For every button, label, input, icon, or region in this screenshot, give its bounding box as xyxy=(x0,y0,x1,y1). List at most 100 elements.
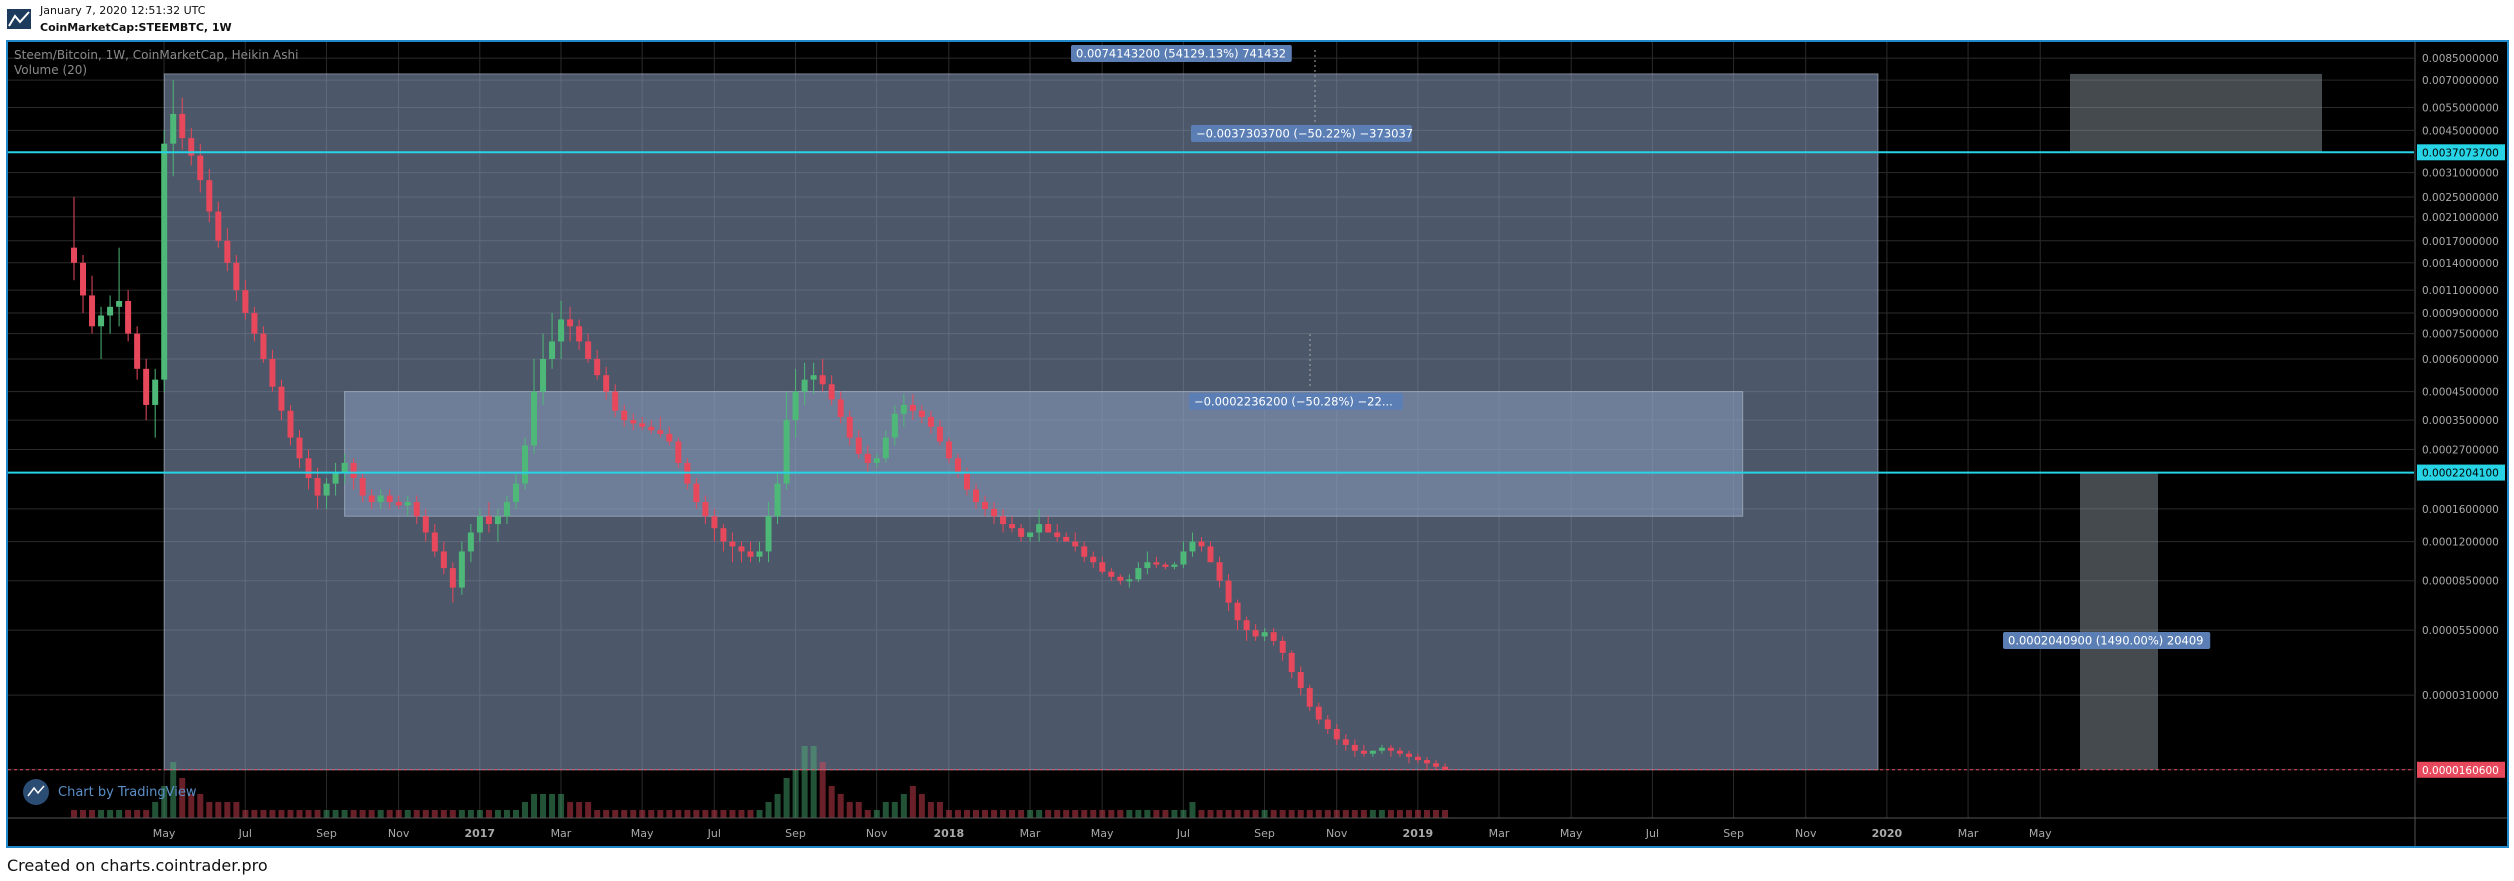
volume-bar xyxy=(80,810,87,818)
time-axis-tick-label: Sep xyxy=(1723,827,1744,840)
volume-bar xyxy=(639,810,646,818)
candle-body xyxy=(558,319,565,342)
volume-bar xyxy=(783,778,790,818)
measure-label: −0.0002236200 (−50.28%) −22... xyxy=(1194,395,1393,409)
volume-bar xyxy=(1189,802,1196,818)
candle-body xyxy=(1081,546,1088,557)
volume-bar xyxy=(314,810,321,818)
candle-body xyxy=(1099,562,1106,572)
tradingview-logo-icon xyxy=(7,9,31,29)
candle-body xyxy=(1000,516,1007,525)
volume-bar xyxy=(936,802,943,818)
price-axis-tick-label: 0.0017000000 xyxy=(2422,236,2499,248)
time-axis-tick-label: Sep xyxy=(785,827,806,840)
candle-body xyxy=(1018,528,1025,537)
price-axis-tick-label: 0.0006000000 xyxy=(2422,354,2499,366)
volume-bar xyxy=(368,810,375,818)
volume-bar xyxy=(296,810,303,818)
volume-bar xyxy=(1288,810,1295,818)
volume-bar xyxy=(1225,810,1232,818)
volume-bar xyxy=(774,794,781,818)
time-axis-tick-label: Nov xyxy=(1326,827,1348,840)
candle-body xyxy=(1315,706,1322,720)
candle-body xyxy=(657,430,664,434)
candle-body xyxy=(269,358,276,387)
volume-bar xyxy=(1180,810,1187,818)
candle-body xyxy=(1198,541,1205,547)
candle-body xyxy=(918,410,925,417)
time-axis-tick-label: May xyxy=(631,827,654,840)
candle-body xyxy=(278,386,285,411)
volume-bar xyxy=(711,810,718,818)
volume-bar xyxy=(873,810,880,818)
candle-body xyxy=(260,333,267,359)
price-axis-tick-label: 0.0045000000 xyxy=(2422,125,2499,137)
volume-bar xyxy=(801,746,808,818)
volume-bar xyxy=(1378,810,1385,818)
candle-body xyxy=(531,391,538,446)
candle-body xyxy=(702,502,709,517)
price-axis-tick-label: 0.0000310000 xyxy=(2422,690,2499,702)
candle-body xyxy=(359,478,366,496)
candle-body xyxy=(152,379,159,405)
volume-bar xyxy=(503,810,510,818)
volume-bar xyxy=(819,762,826,818)
candle-body xyxy=(80,262,87,296)
volume-bar xyxy=(549,794,556,818)
volume-bar xyxy=(855,802,862,818)
candle-body xyxy=(954,458,961,473)
volume-bar xyxy=(224,802,231,818)
candle-body xyxy=(765,516,772,552)
volume-bar xyxy=(431,810,438,818)
candle-body xyxy=(494,516,501,525)
candle-body xyxy=(242,290,249,313)
volume-bar xyxy=(197,794,204,818)
candle-body xyxy=(1324,719,1331,730)
volume-bar xyxy=(449,810,456,818)
volume-bar xyxy=(612,810,619,818)
price-axis-tick-label: 0.0011000000 xyxy=(2422,285,2499,297)
candle-body xyxy=(386,495,393,503)
volume-bar xyxy=(693,810,700,818)
candle-body xyxy=(1433,763,1440,767)
volume-bar xyxy=(287,810,294,818)
time-axis-tick-label: Mar xyxy=(1020,827,1041,840)
volume-bar xyxy=(1306,810,1313,818)
time-axis-tick-label: May xyxy=(2029,827,2052,840)
time-axis-tick-label: Mar xyxy=(1489,827,1510,840)
volume-bar xyxy=(1387,810,1394,818)
volume-bar xyxy=(1162,810,1169,818)
volume-bar xyxy=(107,810,114,818)
volume-bar xyxy=(1135,810,1142,818)
chart-frame[interactable]: 0.0074143200 (54129.13%) 741432 −0.003730… xyxy=(6,40,2509,848)
candle-body xyxy=(801,379,808,392)
candle-body xyxy=(1342,739,1349,745)
volume-bar xyxy=(1198,810,1205,818)
time-axis-tick-label: Nov xyxy=(866,827,888,840)
candle-body xyxy=(1261,632,1268,637)
volume-bar xyxy=(1153,810,1160,818)
candle-body xyxy=(1063,536,1070,542)
volume-bar xyxy=(350,810,357,818)
volume-bar xyxy=(1360,810,1367,818)
volume-bar xyxy=(269,810,276,818)
volume-bar xyxy=(837,794,844,818)
volume-bar xyxy=(1351,810,1358,818)
volume-bar xyxy=(1333,810,1340,818)
volume-bar xyxy=(116,810,123,818)
volume-bar xyxy=(846,802,853,818)
candle-body xyxy=(134,333,141,369)
candle-body xyxy=(305,458,312,479)
price-axis-tick-label: 0.0009000000 xyxy=(2422,308,2499,320)
candle-body xyxy=(404,502,411,506)
candle-body xyxy=(467,532,474,552)
candle-body xyxy=(1405,753,1412,757)
volume-bar xyxy=(1063,810,1070,818)
candle-body xyxy=(900,404,907,414)
candlestick-chart[interactable]: 0.0074143200 (54129.13%) 741432 −0.003730… xyxy=(8,42,2507,846)
volume-bar xyxy=(1342,810,1349,818)
candle-body xyxy=(1189,541,1196,552)
price-axis-tick-label: 0.0085000000 xyxy=(2422,53,2499,65)
volume-bar xyxy=(882,802,889,818)
candle-body xyxy=(1135,568,1142,580)
